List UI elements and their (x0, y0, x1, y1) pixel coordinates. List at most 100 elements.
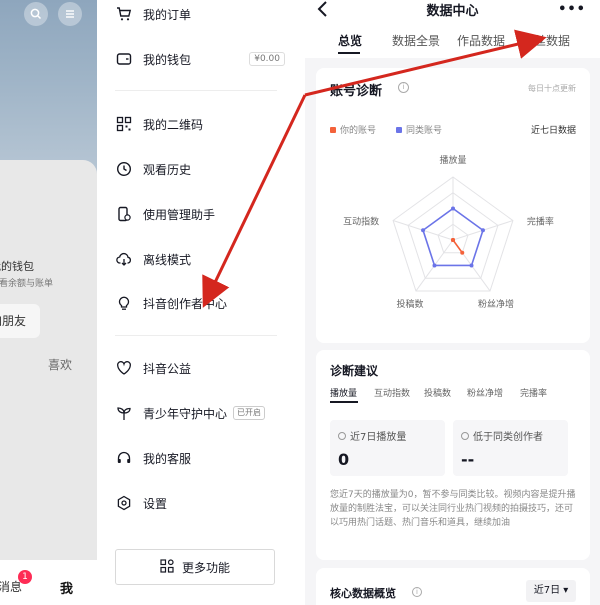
active-tab-indicator (338, 52, 360, 54)
diagnosis-title: 账号诊断 (330, 84, 383, 99)
menu-item-label: 离线模式 (143, 252, 192, 267)
more-features-label: 更多功能 (181, 560, 230, 575)
tab-overview[interactable]: 总览 (338, 32, 362, 49)
data-center-header: 数据中心 ••• 总览 数据全景 作品数据 粉丝数据 (305, 0, 600, 58)
period-select[interactable]: 近7日 ▾ (526, 580, 576, 602)
radar-point (460, 250, 465, 255)
radio-dot-icon (338, 431, 346, 440)
wallet-icon (115, 50, 133, 68)
diagnosis-period: 近七日数据 (530, 126, 576, 136)
core-data-title: 核心数据概览 (330, 587, 396, 600)
cart-icon (115, 5, 133, 23)
menu-item-youth-protection[interactable]: 青少年守护中心 已开启 (115, 401, 285, 425)
headset-icon (115, 449, 133, 467)
core-data-card: 核心数据概览 i 近7日 ▾ (316, 568, 590, 605)
phone-manage-icon (115, 205, 133, 223)
likes-tab[interactable]: 喜欢 (48, 356, 72, 373)
radar-point (469, 263, 474, 268)
advice-title: 诊断建议 (330, 364, 379, 378)
menu-item-label: 我的二维码 (143, 117, 204, 132)
search-icon[interactable] (24, 2, 48, 26)
menu-item-label: 抖音公益 (143, 361, 192, 376)
menu-item-label: 使用管理助手 (143, 207, 216, 222)
grid-icon (160, 558, 174, 577)
me-tab[interactable]: 我 (60, 578, 73, 597)
more-options-icon[interactable]: ••• (558, 2, 586, 17)
advice-tab-completion[interactable]: 完播率 (520, 386, 547, 399)
youth-mode-status-tag: 已开启 (233, 406, 266, 420)
radio-dot-icon (461, 431, 469, 440)
advice-tab-fan-growth[interactable]: 粉丝净增 (467, 386, 503, 399)
menu-item-qrcode[interactable]: 我的二维码 (115, 112, 285, 136)
background-content (0, 160, 97, 605)
menu-item-label: 我的客服 (143, 451, 192, 466)
active-advice-tab-indicator (330, 401, 358, 403)
radar-point (451, 238, 455, 242)
background-wallet-subtitle: 查看余额与账单 (0, 279, 54, 289)
legend-peer-swatch (396, 126, 402, 133)
menu-item-customer-service[interactable]: 我的客服 (115, 446, 285, 470)
background-wallet-title: 我的钱包 (0, 260, 34, 273)
tab-works-data[interactable]: 作品数据 (457, 32, 505, 49)
menu-item-offline-mode[interactable]: 离线模式 (115, 247, 285, 271)
menu-item-history[interactable]: 观看历史 (115, 157, 285, 181)
menu-icon[interactable] (58, 2, 82, 26)
sprout-icon (115, 404, 133, 422)
info-icon[interactable]: i (412, 587, 422, 597)
weekly-plays-value: 0 (338, 450, 350, 469)
menu-item-settings[interactable]: 设置 (115, 491, 285, 515)
legend-self-label: 你的账号 (340, 126, 377, 136)
menu-item-label: 我的钱包 (143, 52, 192, 67)
radar-point (421, 228, 426, 233)
update-note: 每日十点更新 (528, 84, 576, 93)
background-header (0, 0, 97, 175)
menu-item-charity[interactable]: 抖音公益 (115, 356, 285, 380)
gear-icon (115, 494, 133, 512)
menu-item-orders[interactable]: 我的订单 (115, 2, 285, 26)
qrcode-icon (115, 115, 133, 133)
page-title: 数据中心 (426, 4, 479, 19)
diagnosis-advice-card: 诊断建议 播放量 互动指数 投稿数 粉丝净增 完播率 近7日播放量 0 低于同类… (316, 350, 590, 560)
background-profile-screen: 我的钱包 查看余额与账单 加朋友 喜欢 消息 1 我 (0, 0, 97, 605)
divider (115, 335, 277, 336)
menu-item-label: 设置 (143, 496, 168, 511)
heart-hands-icon (115, 359, 133, 377)
info-icon[interactable]: i (398, 82, 409, 93)
menu-item-label: 观看历史 (143, 162, 192, 177)
peer-comparison-box: 低于同类创作者 -- (453, 420, 568, 476)
legend-self-swatch (330, 126, 336, 133)
tab-data-panorama[interactable]: 数据全景 (392, 32, 440, 49)
message-badge: 1 (18, 570, 32, 584)
advice-tab-plays[interactable]: 播放量 (330, 386, 357, 399)
menu-item-label: 青少年守护中心 (143, 406, 228, 421)
peer-comparison-label: 低于同类创作者 (473, 432, 543, 443)
clock-icon (115, 160, 133, 178)
more-features-button[interactable]: 更多功能 (115, 549, 275, 585)
add-friend-button[interactable]: 加朋友 (0, 304, 40, 338)
menu-item-wallet[interactable]: 我的钱包 ¥0.00 (115, 47, 285, 71)
weekly-plays-label-row: 近7日播放量 (338, 428, 406, 443)
legend-peer-label: 同类账号 (406, 126, 443, 136)
account-diagnosis-card: 账号诊断 i 每日十点更新 你的账号 同类账号 近七日数据 播放量 完播率 粉丝净增… (316, 68, 590, 343)
radar-axis-label: 完播率 (527, 216, 554, 228)
tab-fans-data[interactable]: 粉丝数据 (522, 32, 570, 49)
radar-point (480, 228, 485, 233)
radar-axis-label: 互动指数 (343, 216, 379, 228)
side-drawer-menu: 我的订单 我的钱包 ¥0.00 我的二维码 观看历史 使用管理助手 离线模式 抖… (97, 0, 296, 605)
cloud-download-icon (115, 250, 133, 268)
menu-item-label: 抖音创作者中心 (143, 296, 228, 311)
menu-item-creator-center[interactable]: 抖音创作者中心 (115, 291, 285, 315)
radar-axis-label: 粉丝净增 (478, 298, 514, 310)
radar-point (451, 206, 455, 211)
advice-description: 您近7天的播放量为0，暂不参与同类比较。视频内容是提升播放量的制胜法宝，可以关注… (330, 490, 576, 528)
weekly-plays-label: 近7日播放量 (350, 432, 407, 443)
menu-item-usage-manager[interactable]: 使用管理助手 (115, 202, 285, 226)
legend-peer: 同类账号 (396, 123, 442, 136)
radar-chart: 播放量完播率粉丝净增 投稿数 互动指数 (343, 154, 554, 310)
advice-tab-posts[interactable]: 投稿数 (424, 386, 451, 399)
radar-series-0 (452, 239, 463, 254)
peer-comparison-label-row: 低于同类创作者 (461, 428, 543, 443)
menu-item-label: 我的订单 (143, 7, 192, 22)
advice-tab-interaction[interactable]: 互动指数 (374, 386, 410, 399)
data-center-screen: 数据中心 ••• 总览 数据全景 作品数据 粉丝数据 账号诊断 i 每日十点更新… (305, 0, 600, 605)
